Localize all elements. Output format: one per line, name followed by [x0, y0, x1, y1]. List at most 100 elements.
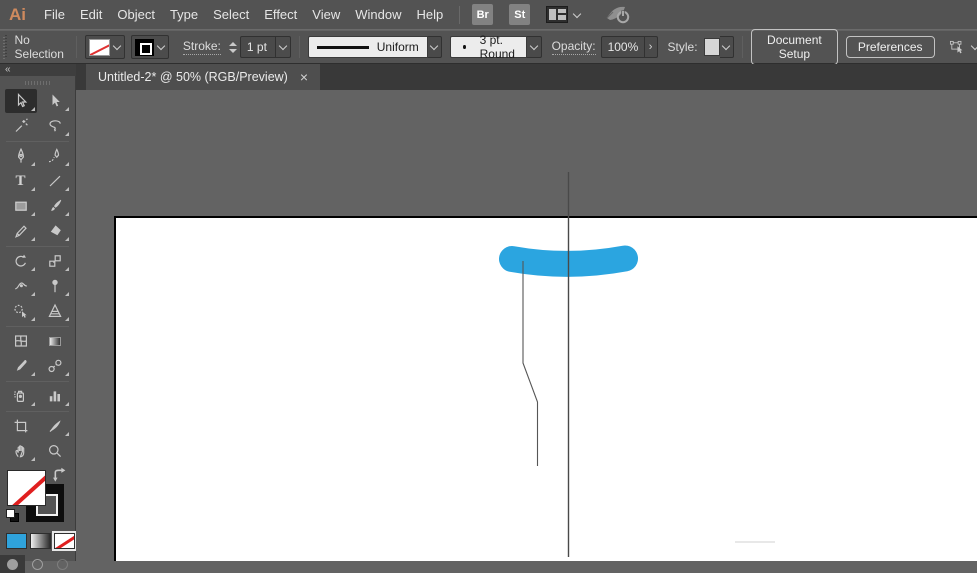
- tools-panel-grip[interactable]: [24, 81, 51, 85]
- artboard-tool-icon[interactable]: [5, 414, 37, 438]
- workspace-switcher-icon[interactable]: [546, 6, 569, 23]
- stroke-black-swatch[interactable]: [134, 38, 154, 56]
- opacity-label[interactable]: Opacity:: [551, 39, 596, 55]
- tool-separator: [6, 141, 69, 142]
- bridge-button[interactable]: Br: [472, 4, 494, 25]
- style-dropdown[interactable]: [719, 36, 734, 58]
- mesh-tool-icon[interactable]: [5, 329, 37, 353]
- menu-bar: Ai File Edit Object Type Select Effect V…: [0, 0, 977, 30]
- opacity-input[interactable]: 100%: [600, 36, 645, 58]
- style-label: Style:: [667, 40, 698, 54]
- shape-builder-tool-icon[interactable]: [5, 299, 37, 323]
- none-button[interactable]: [52, 531, 77, 551]
- tool-separator: [6, 326, 69, 327]
- curvature-tool-icon[interactable]: [39, 144, 71, 168]
- stroke-weight-stepper[interactable]: [228, 41, 237, 53]
- shaper-tool-icon[interactable]: [5, 219, 37, 243]
- draw-behind-button[interactable]: [25, 555, 50, 573]
- fill-indicator-swatch-none[interactable]: [7, 470, 46, 506]
- puppet-warp-tool-icon[interactable]: [39, 274, 71, 298]
- brush-definition-select[interactable]: 3 pt. Round: [450, 33, 528, 61]
- select-similar-chevron-down-icon[interactable]: [971, 43, 977, 51]
- graphic-style-swatch[interactable]: [703, 38, 720, 56]
- pen-tool-icon[interactable]: [5, 144, 37, 168]
- menu-edit[interactable]: Edit: [80, 5, 102, 24]
- default-fill-stroke-icon[interactable]: [6, 509, 20, 523]
- stroke-weight-dropdown[interactable]: [276, 36, 291, 58]
- perspective-grid-tool-icon[interactable]: [39, 299, 71, 323]
- selection-tool-icon[interactable]: [4, 89, 37, 113]
- document-tab-title: Untitled-2* @ 50% (RGB/Preview): [98, 70, 288, 84]
- draw-normal-button[interactable]: [0, 555, 25, 573]
- fill-stroke-indicator: [0, 467, 75, 529]
- line-segment-tool-icon[interactable]: [39, 169, 71, 193]
- bent-line-path[interactable]: [522, 261, 539, 466]
- document-tab[interactable]: Untitled-2* @ 50% (RGB/Preview) ×: [86, 64, 321, 90]
- hand-tool-icon[interactable]: [5, 439, 37, 463]
- type-tool-icon[interactable]: T: [5, 169, 37, 193]
- menu-window[interactable]: Window: [355, 5, 401, 24]
- menu-effect[interactable]: Effect: [264, 5, 297, 24]
- document-tab-bar: Untitled-2* @ 50% (RGB/Preview) ×: [76, 64, 977, 90]
- brush-definition-value: 3 pt. Round: [479, 33, 515, 61]
- artwork-layer: [499, 172, 638, 557]
- stroke-chevron-down-icon[interactable]: [157, 43, 165, 51]
- selection-status: No Selection: [14, 33, 64, 61]
- slice-tool-icon[interactable]: [39, 414, 71, 438]
- tool-separator: [6, 411, 69, 412]
- color-button[interactable]: [6, 533, 27, 549]
- control-bar: No Selection Stroke: 1 pt Uniform 3 pt. …: [0, 29, 977, 65]
- menu-object[interactable]: Object: [117, 5, 155, 24]
- scale-tool-icon[interactable]: [39, 249, 71, 273]
- rectangle-tool-icon[interactable]: [5, 194, 37, 218]
- gpu-performance-rocket-icon[interactable]: [603, 4, 633, 26]
- opacity-more-button[interactable]: ›: [644, 36, 658, 58]
- width-profile-dropdown[interactable]: [427, 36, 443, 58]
- workspace-chevron-down-icon[interactable]: [573, 11, 581, 19]
- column-graph-tool-icon[interactable]: [39, 384, 71, 408]
- magic-wand-tool-icon[interactable]: [5, 114, 37, 138]
- controlbar-grip[interactable]: [3, 35, 7, 59]
- draw-inside-button[interactable]: [50, 555, 75, 573]
- toolbar-collapse-icon[interactable]: «: [5, 64, 10, 75]
- document-setup-button[interactable]: Document Setup: [750, 29, 838, 65]
- menu-view[interactable]: View: [312, 5, 340, 24]
- separator: [298, 36, 300, 58]
- toolbar-dock-header[interactable]: «: [0, 64, 76, 76]
- lasso-tool-icon[interactable]: [39, 114, 71, 138]
- zoom-tool-icon[interactable]: [39, 439, 71, 463]
- paintbrush-tool-icon[interactable]: [39, 194, 71, 218]
- stock-button[interactable]: St: [509, 4, 531, 25]
- gradient-button[interactable]: [30, 533, 51, 549]
- fill-none-swatch[interactable]: [88, 38, 110, 56]
- width-tool-icon[interactable]: [5, 274, 37, 298]
- eraser-tool-icon[interactable]: [39, 219, 71, 243]
- symbol-sprayer-tool-icon[interactable]: [5, 384, 37, 408]
- gradient-tool-icon[interactable]: [39, 329, 71, 353]
- fill-chevron-down-icon[interactable]: [113, 43, 121, 51]
- brush-definition-dropdown[interactable]: [527, 36, 542, 58]
- tab-close-icon[interactable]: ×: [300, 70, 308, 84]
- variable-width-profile-select[interactable]: Uniform: [307, 36, 428, 58]
- rotate-tool-icon[interactable]: [5, 249, 37, 273]
- width-profile-value: Uniform: [376, 40, 419, 54]
- menu-select[interactable]: Select: [213, 5, 249, 24]
- canvas-area[interactable]: [76, 90, 977, 561]
- menu-file[interactable]: File: [44, 5, 65, 24]
- menu-type[interactable]: Type: [170, 5, 198, 24]
- select-similar-options-icon[interactable]: [949, 37, 966, 57]
- menu-items: File Edit Object Type Select Effect View…: [44, 5, 443, 24]
- stroke-color-control[interactable]: [130, 35, 169, 59]
- preferences-button[interactable]: Preferences: [845, 36, 935, 58]
- menu-help[interactable]: Help: [416, 5, 443, 24]
- blend-tool-icon[interactable]: [39, 354, 71, 378]
- swap-fill-stroke-icon[interactable]: [52, 467, 68, 483]
- fill-color-control[interactable]: [84, 35, 125, 59]
- direct-selection-tool-icon[interactable]: [39, 89, 71, 113]
- brush-preview-dot: [463, 45, 466, 49]
- stroke-weight-input[interactable]: 1 pt: [239, 36, 277, 58]
- stroke-weight-label[interactable]: Stroke:: [182, 39, 221, 55]
- faint-smudge: [735, 541, 775, 543]
- eyedropper-tool-icon[interactable]: [5, 354, 37, 378]
- tool-separator: [6, 246, 69, 247]
